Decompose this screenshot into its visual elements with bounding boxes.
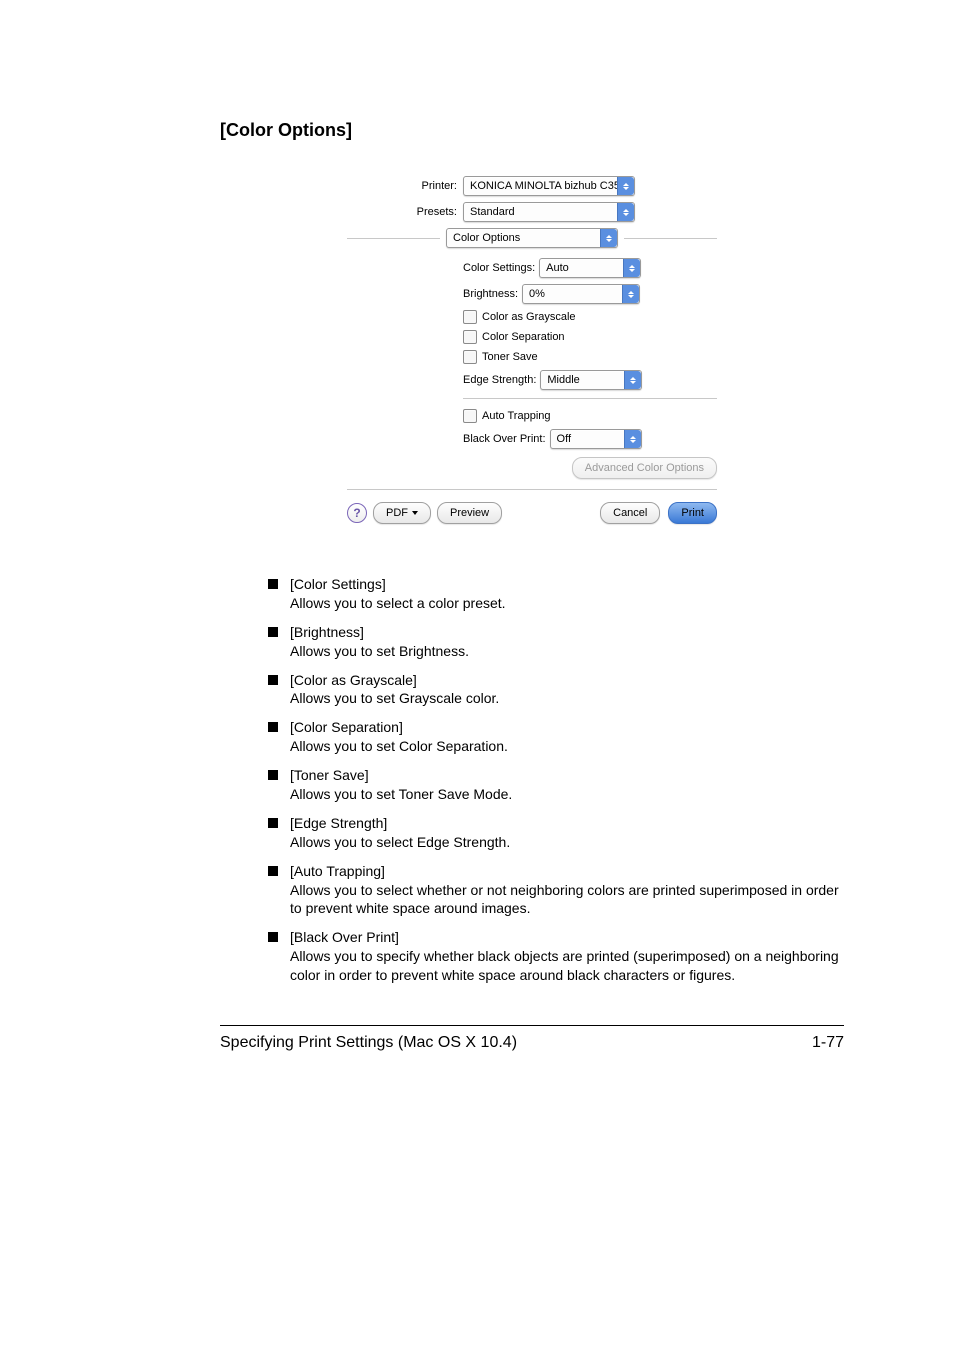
printer-select[interactable]: KONICA MINOLTA bizhub C35...	[463, 176, 635, 196]
tonersave-checkbox[interactable]	[463, 350, 477, 364]
presets-label: Presets:	[347, 206, 463, 218]
brightness-select[interactable]: 0%	[522, 284, 640, 304]
chevron-down-icon	[412, 511, 418, 515]
tonersave-label: Toner Save	[482, 351, 538, 363]
grayscale-checkbox[interactable]	[463, 310, 477, 324]
help-icon[interactable]: ?	[347, 503, 367, 523]
item-body: Allows you to set Brightness.	[290, 643, 469, 659]
item-body: Allows you to set Grayscale color.	[290, 690, 499, 706]
divider	[347, 489, 717, 490]
edge-strength-label: Edge Strength:	[463, 374, 536, 386]
page-number: 1-77	[812, 1034, 844, 1052]
pane-select[interactable]: Color Options	[446, 228, 618, 248]
list-item: [Black Over Print] Allows you to specify…	[268, 928, 844, 985]
edge-strength-select[interactable]: Middle	[540, 370, 642, 390]
item-body: Allows you to select whether or not neig…	[290, 882, 839, 917]
item-body: Allows you to select a color preset.	[290, 595, 506, 611]
pdf-button[interactable]: PDF	[373, 502, 431, 524]
list-item: [Brightness] Allows you to set Brightnes…	[268, 623, 844, 661]
footer-divider	[220, 1025, 844, 1026]
item-title: [Color as Grayscale]	[290, 672, 417, 688]
list-item: [Color Separation] Allows you to set Col…	[268, 718, 844, 756]
item-title: [Color Separation]	[290, 719, 403, 735]
section-title: [Color Options]	[220, 120, 844, 141]
divider	[624, 238, 717, 239]
list-item: [Edge Strength] Allows you to select Edg…	[268, 814, 844, 852]
item-title: [Brightness]	[290, 624, 364, 640]
preview-button[interactable]: Preview	[437, 502, 502, 524]
divider	[463, 398, 717, 399]
pane-value: Color Options	[447, 232, 600, 244]
updown-icon	[600, 229, 617, 247]
color-settings-select[interactable]: Auto	[539, 258, 641, 278]
separation-label: Color Separation	[482, 331, 565, 343]
updown-icon	[617, 177, 634, 195]
item-title: [Toner Save]	[290, 767, 369, 783]
updown-icon	[622, 285, 639, 303]
updown-icon	[624, 371, 641, 389]
black-over-print-label: Black Over Print:	[463, 433, 546, 445]
autotrap-checkbox[interactable]	[463, 409, 477, 423]
color-settings-value: Auto	[540, 262, 623, 274]
printer-label: Printer:	[347, 180, 463, 192]
updown-icon	[624, 430, 641, 448]
item-title: [Edge Strength]	[290, 815, 387, 831]
autotrap-label: Auto Trapping	[482, 410, 551, 422]
presets-value: Standard	[464, 206, 617, 218]
updown-icon	[617, 203, 634, 221]
list-item: [Auto Trapping] Allows you to select whe…	[268, 862, 844, 919]
printer-value: KONICA MINOLTA bizhub C35...	[464, 180, 617, 192]
black-over-print-value: Off	[551, 433, 624, 445]
cancel-button[interactable]: Cancel	[600, 502, 660, 524]
print-button[interactable]: Print	[668, 502, 717, 524]
color-settings-label: Color Settings:	[463, 262, 535, 274]
description-list: [Color Settings] Allows you to select a …	[268, 575, 844, 985]
updown-icon	[623, 259, 640, 277]
brightness-label: Brightness:	[463, 288, 518, 300]
advanced-color-options-button[interactable]: Advanced Color Options	[572, 457, 717, 479]
brightness-value: 0%	[523, 288, 622, 300]
black-over-print-select[interactable]: Off	[550, 429, 642, 449]
item-title: [Auto Trapping]	[290, 863, 385, 879]
item-body: Allows you to set Toner Save Mode.	[290, 786, 512, 802]
pdf-button-label: PDF	[386, 507, 408, 519]
print-dialog: Printer: KONICA MINOLTA bizhub C35... Pr…	[332, 165, 732, 539]
separation-checkbox[interactable]	[463, 330, 477, 344]
list-item: [Color Settings] Allows you to select a …	[268, 575, 844, 613]
item-body: Allows you to set Color Separation.	[290, 738, 508, 754]
footer-title: Specifying Print Settings (Mac OS X 10.4…	[220, 1034, 517, 1052]
item-body: Allows you to specify whether black obje…	[290, 948, 839, 983]
presets-select[interactable]: Standard	[463, 202, 635, 222]
list-item: [Toner Save] Allows you to set Toner Sav…	[268, 766, 844, 804]
list-item: [Color as Grayscale] Allows you to set G…	[268, 671, 844, 709]
item-title: [Color Settings]	[290, 576, 386, 592]
item-body: Allows you to select Edge Strength.	[290, 834, 510, 850]
divider	[347, 238, 440, 239]
item-title: [Black Over Print]	[290, 929, 399, 945]
grayscale-label: Color as Grayscale	[482, 311, 576, 323]
edge-strength-value: Middle	[541, 374, 624, 386]
